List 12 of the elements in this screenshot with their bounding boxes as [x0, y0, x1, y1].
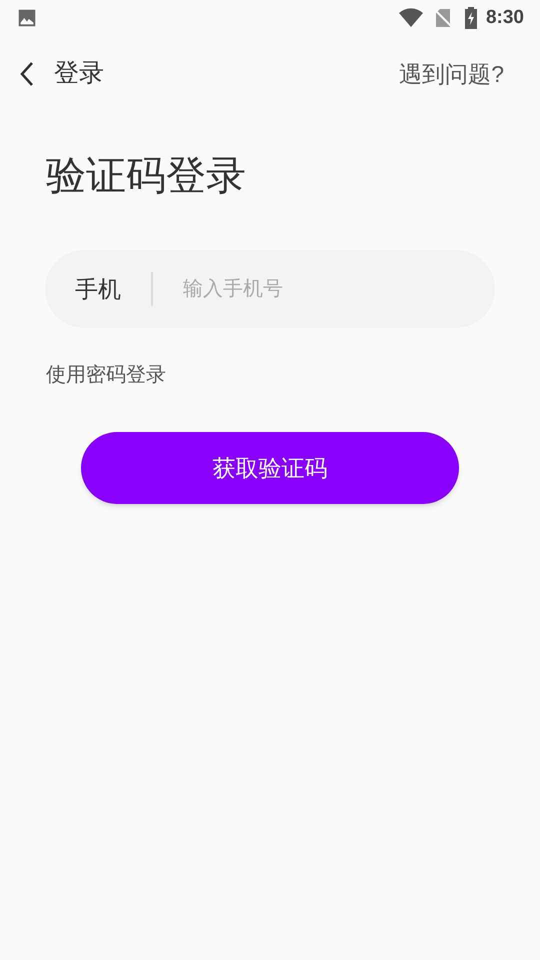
get-code-button[interactable]: 获取验证码 — [81, 432, 459, 504]
field-label: 手机 — [75, 274, 121, 304]
back-icon — [18, 60, 36, 88]
battery-charging-icon — [464, 7, 478, 29]
page-title: 验证码登录 — [46, 153, 247, 200]
wifi-icon — [398, 7, 424, 29]
password-login-link[interactable]: 使用密码登录 — [46, 360, 540, 390]
phone-input[interactable]: 输入手机号 — [183, 274, 465, 304]
status-time: 8:30 — [486, 6, 524, 30]
help-link[interactable]: 遇到问题? — [399, 56, 504, 92]
image-icon — [16, 7, 38, 29]
back-button[interactable]: 登录 — [18, 55, 104, 93]
